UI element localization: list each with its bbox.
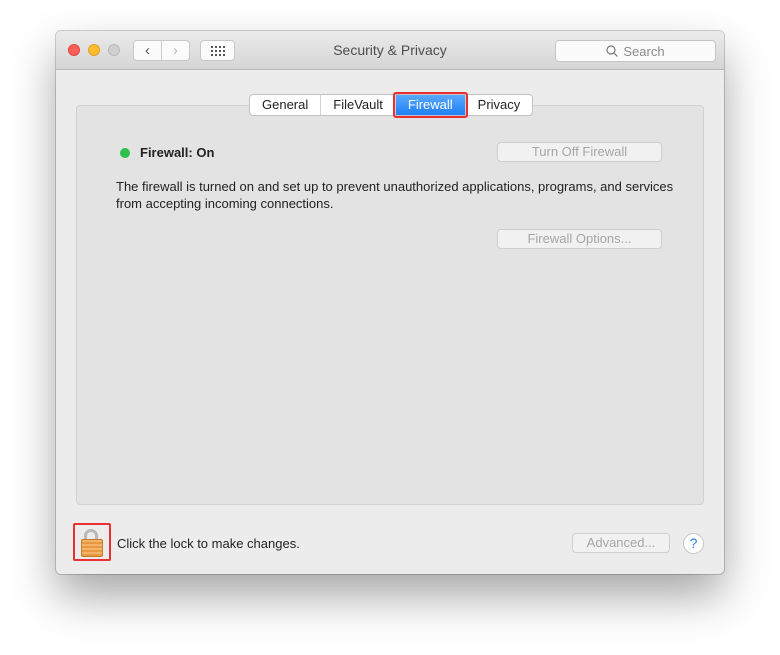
firewall-description: The firewall is turned on and set up to … bbox=[116, 179, 674, 211]
firewall-options-button[interactable]: Firewall Options... bbox=[497, 229, 662, 249]
title-bar: ‹ › Security & Privacy Search bbox=[56, 31, 724, 70]
firewall-panel bbox=[76, 105, 704, 505]
tab-bar: General FileVault Firewall Privacy bbox=[249, 92, 534, 118]
firewall-status: Firewall: On bbox=[120, 145, 214, 160]
preferences-window: ‹ › Security & Privacy Search General Fi… bbox=[56, 31, 724, 574]
advanced-button[interactable]: Advanced... bbox=[572, 533, 670, 553]
firewall-status-label: Firewall: On bbox=[140, 145, 215, 160]
status-indicator-icon bbox=[120, 147, 130, 158]
search-input[interactable]: Search bbox=[555, 40, 716, 62]
turn-off-firewall-button[interactable]: Turn Off Firewall bbox=[497, 142, 662, 162]
tab-privacy[interactable]: Privacy bbox=[466, 95, 533, 115]
lock-message: Click the lock to make changes. bbox=[117, 536, 300, 551]
tab-general[interactable]: General bbox=[250, 95, 322, 115]
search-placeholder: Search bbox=[623, 43, 665, 59]
tab-firewall[interactable]: Firewall bbox=[392, 92, 468, 118]
help-button[interactable]: ? bbox=[683, 533, 704, 554]
search-icon bbox=[606, 45, 619, 57]
tab-filevault[interactable]: FileVault bbox=[321, 95, 396, 115]
lock-button[interactable] bbox=[73, 523, 111, 561]
